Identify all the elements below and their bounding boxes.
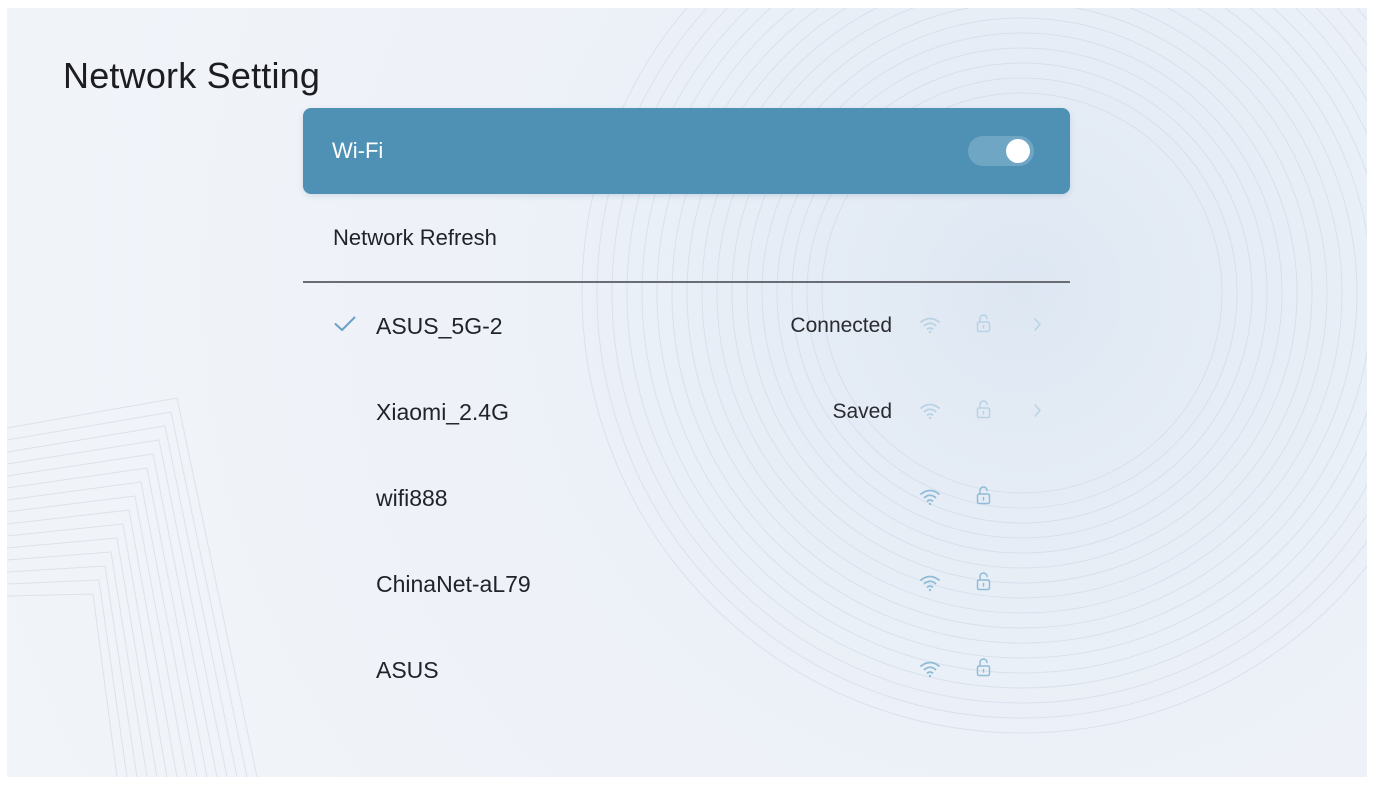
chevron-right-icon[interactable] — [1033, 403, 1042, 418]
network-item[interactable]: wifi888 — [303, 455, 1070, 541]
wifi-signal-icon — [920, 489, 940, 506]
lock-icon — [976, 658, 991, 677]
wifi-signal-icon — [920, 403, 940, 420]
lock-icon — [976, 486, 991, 505]
wifi-toggle-row[interactable]: Wi-Fi — [303, 108, 1070, 194]
network-name: ChinaNet-aL79 — [376, 570, 531, 597]
network-refresh-label: Network Refresh — [333, 225, 497, 250]
network-name: Xiaomi_2.4G — [376, 398, 509, 425]
network-name: ASUS — [376, 656, 439, 683]
wifi-signal-icon — [920, 317, 940, 334]
lock-icon — [976, 314, 991, 333]
toggle-knob — [1006, 139, 1030, 163]
network-refresh-button[interactable]: Network Refresh — [303, 195, 1070, 283]
chevron-right-icon[interactable] — [1033, 317, 1042, 332]
wifi-signal-icon — [920, 661, 940, 678]
network-setting-screen: Network Setting Wi-Fi Network Refresh AS… — [7, 8, 1367, 777]
network-status: Connected — [790, 314, 892, 337]
network-item[interactable]: ASUS_5G-2 Connected — [303, 283, 1070, 369]
network-status: Saved — [832, 400, 892, 423]
wifi-toggle-switch[interactable] — [968, 136, 1034, 166]
network-list: ASUS_5G-2 Connected Xiaomi_2.4G Saved wifi88… — [303, 283, 1070, 713]
page-title: Network Setting — [63, 55, 321, 96]
lock-icon — [976, 572, 991, 591]
lock-icon — [976, 400, 991, 419]
wifi-label: Wi-Fi — [332, 138, 384, 163]
check-icon — [334, 316, 356, 331]
network-name: wifi888 — [376, 484, 448, 511]
settings-list: Wi-Fi Network Refresh ASUS_5G-2 Connected… — [303, 108, 1070, 713]
wifi-signal-icon — [920, 575, 940, 592]
network-item[interactable]: ChinaNet-aL79 — [303, 541, 1070, 627]
network-name: ASUS_5G-2 — [376, 312, 503, 339]
network-item[interactable]: Xiaomi_2.4G Saved — [303, 369, 1070, 455]
network-item[interactable]: ASUS — [303, 627, 1070, 713]
